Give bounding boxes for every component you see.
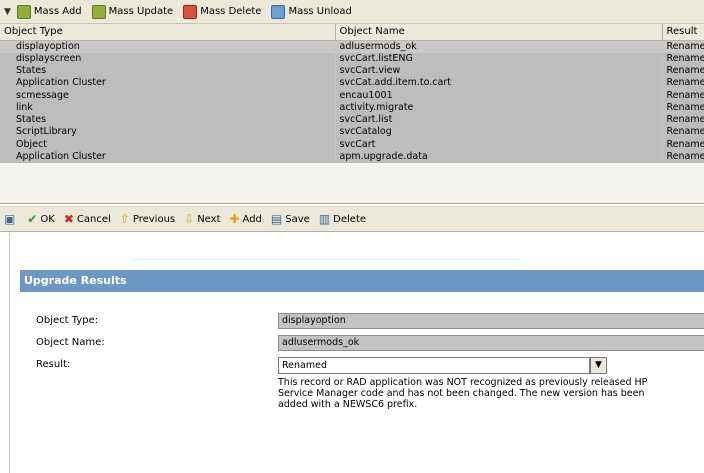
previous-button[interactable]: ⇧ Previous bbox=[120, 212, 175, 226]
save-disk-icon: ▤ bbox=[270, 212, 283, 226]
dropdown-arrow-icon[interactable]: ▼ bbox=[590, 357, 607, 374]
record-action-toolbar: ▣ ✔ OK ✖ Cancel ⇧ Previous ⇩ Next ✚ Add … bbox=[0, 206, 704, 232]
note-line: This record or RAD application was NOT r… bbox=[278, 377, 648, 388]
delete-label: Delete bbox=[333, 213, 367, 225]
cell-result: Rename bbox=[662, 138, 704, 151]
next-label: Next bbox=[197, 213, 221, 225]
cancel-label: Cancel bbox=[76, 213, 111, 225]
cell-object-type: Application Cluster bbox=[0, 150, 336, 164]
delete-record-icon: ▥ bbox=[318, 212, 331, 226]
expand-view-button[interactable]: ▣ bbox=[4, 212, 18, 226]
divider bbox=[130, 259, 520, 260]
mass-delete-icon bbox=[183, 4, 198, 19]
result-select[interactable]: Renamed bbox=[278, 357, 590, 374]
add-button[interactable]: ✚ Add bbox=[229, 212, 261, 226]
cell-object-name: encau1001 bbox=[335, 89, 663, 102]
table-row[interactable]: scmessage encau1001 Rename bbox=[0, 89, 704, 102]
table-row[interactable]: States svcCart.list Rename bbox=[0, 113, 704, 127]
checkmark-icon: ✔ bbox=[27, 212, 38, 226]
cell-result: Rename bbox=[662, 40, 704, 53]
object-name-label: Object Name: bbox=[36, 337, 105, 348]
table-row[interactable]: States svcCart.view Rename bbox=[0, 64, 704, 78]
cell-object-name: apm.upgrade.data bbox=[335, 150, 663, 164]
cancel-button[interactable]: ✖ Cancel bbox=[64, 212, 111, 226]
cell-object-type: States bbox=[0, 113, 336, 127]
save-button[interactable]: ▤ Save bbox=[271, 212, 310, 226]
mass-delete-button[interactable]: Mass Delete bbox=[183, 4, 262, 19]
mass-add-label: Mass Add bbox=[33, 6, 82, 17]
note-line: Service Manager code and has not been ch… bbox=[278, 388, 645, 399]
section-header: Upgrade Results bbox=[20, 270, 704, 292]
column-header-result[interactable]: Result bbox=[662, 24, 704, 41]
cell-object-name: adlusermods_ok bbox=[335, 40, 663, 53]
table-row[interactable]: displayoption adlusermods_ok Rename bbox=[0, 40, 704, 53]
save-label: Save bbox=[285, 213, 310, 225]
down-arrow-icon: ⇩ bbox=[184, 212, 195, 226]
cell-object-type: displayoption bbox=[0, 40, 336, 53]
cell-object-type: link bbox=[0, 101, 336, 114]
add-plus-icon: ✚ bbox=[229, 212, 240, 226]
note-line: added with a NEWSC6 prefix. bbox=[278, 399, 418, 410]
delete-button[interactable]: ▥ Delete bbox=[319, 212, 366, 226]
cell-object-name: svcCart.view bbox=[335, 64, 663, 78]
mass-unload-icon bbox=[271, 4, 286, 19]
table-row[interactable]: link activity.migrate Rename bbox=[0, 101, 704, 114]
cell-object-name: activity.migrate bbox=[335, 101, 663, 114]
cell-object-name: svcCart.list bbox=[335, 113, 663, 127]
mass-update-label: Mass Update bbox=[108, 6, 174, 17]
expand-view-icon: ▣ bbox=[4, 212, 16, 226]
results-grid: Object Type Object Name Result displayop… bbox=[0, 24, 704, 204]
object-type-field[interactable]: displayoption bbox=[278, 313, 704, 329]
mass-delete-label: Mass Delete bbox=[200, 6, 262, 17]
table-row[interactable]: displayscreen svcCart.listENG Rename bbox=[0, 52, 704, 65]
previous-label: Previous bbox=[132, 213, 176, 225]
cell-object-type: Application Cluster bbox=[0, 77, 336, 90]
column-header-object-name[interactable]: Object Name bbox=[335, 24, 663, 41]
column-header-object-type[interactable]: Object Type bbox=[0, 24, 336, 41]
cancel-x-icon: ✖ bbox=[63, 212, 74, 226]
cell-object-type: scmessage bbox=[0, 89, 336, 102]
mass-add-icon bbox=[16, 4, 31, 19]
cell-result: Rename bbox=[662, 52, 704, 65]
cell-result: Rename bbox=[662, 150, 704, 164]
object-name-field[interactable]: adlusermods_ok bbox=[278, 335, 704, 351]
cell-object-type: States bbox=[0, 64, 336, 78]
table-row[interactable]: Application Cluster apm.upgrade.data Ren… bbox=[0, 150, 704, 164]
ok-label: OK bbox=[40, 213, 55, 225]
table-row[interactable]: Object svcCart Rename bbox=[0, 138, 704, 151]
next-button[interactable]: ⇩ Next bbox=[184, 212, 220, 226]
mass-unload-label: Mass Unload bbox=[288, 6, 352, 17]
up-arrow-icon: ⇧ bbox=[119, 212, 130, 226]
mass-unload-button[interactable]: Mass Unload bbox=[271, 4, 352, 19]
cell-result: Rename bbox=[662, 64, 704, 78]
cell-object-name: svcCart bbox=[335, 138, 663, 151]
cell-object-type: displayscreen bbox=[0, 52, 336, 65]
result-label: Result: bbox=[36, 359, 71, 370]
table-row[interactable]: Application Cluster svcCat.add.item.to.c… bbox=[0, 77, 704, 90]
cell-object-name: svcCatalog bbox=[335, 126, 663, 139]
add-label: Add bbox=[242, 213, 262, 225]
cell-object-type: Object bbox=[0, 138, 336, 151]
cell-result: Rename bbox=[662, 77, 704, 90]
cell-result: Rename bbox=[662, 126, 704, 139]
object-type-label: Object Type: bbox=[36, 315, 99, 326]
cell-object-name: svcCat.add.item.to.cart bbox=[335, 77, 663, 90]
toolbar-collapse-icon[interactable]: ▼ bbox=[4, 7, 11, 17]
result-description: This record or RAD application was NOT r… bbox=[278, 377, 698, 410]
mass-update-icon bbox=[91, 4, 106, 19]
cell-result: Rename bbox=[662, 89, 704, 102]
mass-add-button[interactable]: Mass Add bbox=[16, 4, 82, 19]
table-row[interactable]: ScriptLibrary svcCatalog Rename bbox=[0, 126, 704, 139]
mass-update-button[interactable]: Mass Update bbox=[91, 4, 174, 19]
cell-result: Rename bbox=[662, 113, 704, 127]
grid-header-row: Object Type Object Name Result bbox=[0, 24, 704, 41]
cell-object-type: ScriptLibrary bbox=[0, 126, 336, 139]
mass-toolbar: ▼ Mass Add Mass Update Mass Delete Mass … bbox=[0, 0, 704, 24]
cell-result: Rename bbox=[662, 101, 704, 114]
ok-button[interactable]: ✔ OK bbox=[27, 212, 55, 226]
detail-form: Upgrade Results Object Type: displayopti… bbox=[9, 233, 704, 473]
cell-object-name: svcCart.listENG bbox=[335, 52, 663, 65]
